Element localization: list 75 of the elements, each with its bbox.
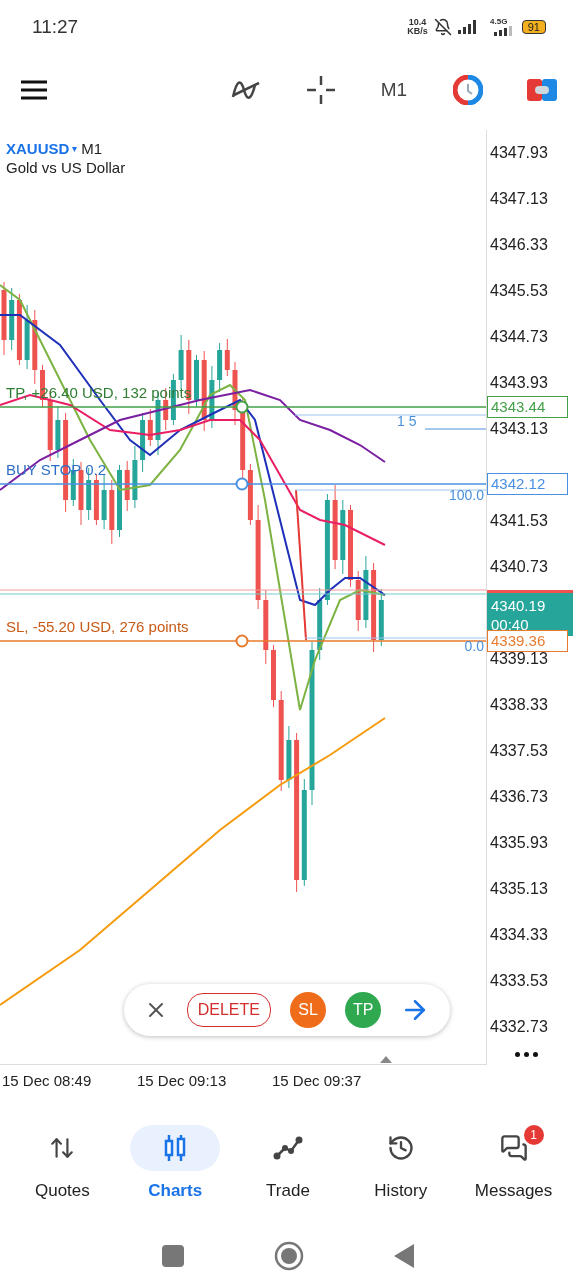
level-price-tag: 4343.44: [487, 396, 568, 418]
stop-loss-button[interactable]: SL: [290, 992, 327, 1028]
notification-badge: 1: [523, 1125, 544, 1145]
network-type: 4.5G: [490, 18, 508, 26]
bell-off-icon: [433, 18, 452, 36]
price-label: 4339.13: [490, 650, 548, 668]
price-label: 4345.53: [490, 282, 548, 300]
candlestick: [109, 479, 115, 545]
fibonacci-label: 0.0: [464, 638, 484, 654]
fibonacci-label: 1 5: [397, 413, 417, 429]
price-label: 4347.93: [490, 144, 548, 162]
level-handle[interactable]: [235, 477, 249, 491]
price-label: 4335.13: [490, 880, 548, 898]
symbol-caret[interactable]: ▾: [72, 143, 78, 154]
chart-timeframe: M1: [81, 140, 103, 157]
price-label: 4335.93: [490, 834, 548, 852]
price-label: 4344.73: [490, 328, 548, 346]
candlestick: [194, 354, 199, 408]
level-price-tag: 4339.36: [487, 630, 568, 652]
nav-tab[interactable]: Quotes: [10, 1125, 115, 1201]
home-icon[interactable]: [274, 1241, 304, 1271]
crosshair-icon: [306, 75, 336, 105]
price-label: 4338.33: [490, 696, 548, 714]
symbol-name[interactable]: XAUUSD: [6, 140, 70, 157]
price-label: 4332.73: [490, 1018, 548, 1036]
price-label: 4333.53: [490, 972, 548, 990]
candlestick: [355, 570, 361, 632]
network-speed-unit: KB/s: [407, 27, 428, 36]
current-price: 4340.19: [491, 595, 547, 615]
candlestick: [232, 361, 238, 426]
menu-icon: [20, 80, 48, 100]
level-handle[interactable]: [235, 400, 249, 414]
level-price-tag: 4342.12: [487, 473, 568, 495]
candlestick: [124, 460, 130, 512]
candlestick: [101, 474, 107, 530]
recent-apps-icon[interactable]: [162, 1245, 184, 1267]
price-label: 4347.13: [490, 190, 548, 208]
price-label: 4336.73: [490, 788, 548, 806]
order-level-label: SL, -55.20 USD, 276 points: [6, 618, 189, 635]
history-icon: [386, 1134, 415, 1162]
nav-tab[interactable]: Trade: [236, 1125, 340, 1201]
price-label: 4343.13: [490, 420, 548, 438]
nav-tab[interactable]: History: [348, 1125, 453, 1201]
network-speed: 10.4: [408, 18, 427, 27]
time-label: 15 Dec 08:49: [2, 1071, 93, 1089]
candlestick: [55, 405, 61, 459]
arrows-up-down-icon: [49, 1135, 76, 1161]
chat-bubbles-icon: [499, 1134, 528, 1162]
fibonacci-label: 100.0: [448, 487, 484, 503]
level-handle[interactable]: [235, 634, 249, 648]
more-icon[interactable]: [515, 1052, 538, 1057]
battery-level: 91: [521, 20, 546, 34]
take-profit-button[interactable]: TP: [345, 992, 382, 1028]
candlestick: [271, 644, 276, 708]
delete-button[interactable]: DELETE: [186, 993, 271, 1027]
time-label: 15 Dec 09:37: [272, 1071, 363, 1089]
timeframe-button[interactable]: M1: [374, 79, 414, 101]
price-label: 4346.33: [490, 236, 548, 254]
candlestick: [209, 365, 215, 429]
candlestick: [24, 304, 30, 370]
fibonacci-line: [424, 428, 486, 430]
price-label: 4343.93: [490, 374, 548, 392]
nav-tab[interactable]: Messages 1: [461, 1125, 566, 1201]
candlestick: [286, 725, 292, 789]
symbol-description: Gold vs US Dollar: [6, 159, 126, 176]
back-icon[interactable]: [394, 1244, 414, 1268]
candlestick: [132, 445, 138, 509]
clock-time: 11:27: [32, 16, 80, 38]
price-label: 4337.53: [490, 742, 548, 760]
price-label: 4341.53: [490, 512, 548, 530]
time-label: 15 Dec 09:13: [137, 1071, 228, 1089]
scroll-marker-icon[interactable]: [380, 1056, 392, 1063]
line-chart-icon: [273, 1136, 303, 1160]
price-label: 4334.33: [490, 926, 548, 944]
price-label: 4340.73: [490, 558, 548, 576]
